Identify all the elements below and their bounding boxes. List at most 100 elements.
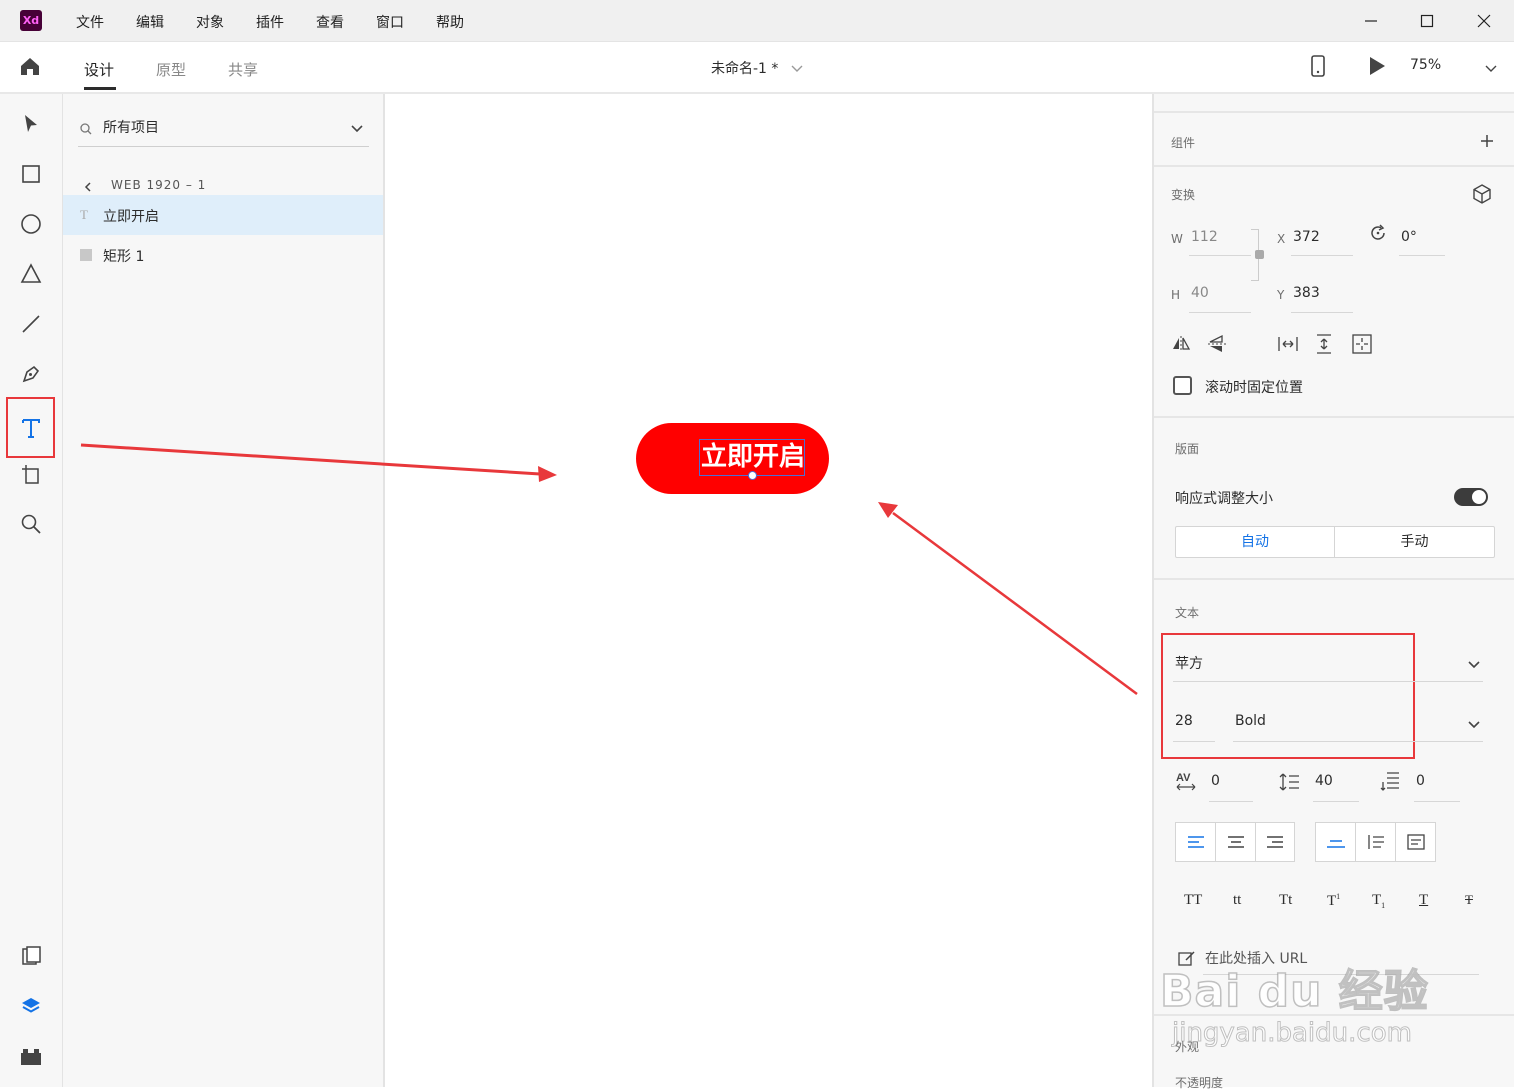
plugins-panel-icon[interactable] [10, 1035, 52, 1077]
polygon-tool-icon[interactable] [10, 253, 52, 295]
menu-file[interactable]: 文件 [76, 12, 104, 32]
character-spacing-value[interactable]: 0 [1211, 773, 1220, 789]
padding-icon[interactable] [1351, 333, 1373, 359]
3d-transform-icon[interactable] [1471, 183, 1493, 209]
components-label: 组件 [1171, 136, 1196, 150]
height-value[interactable]: 40 [1191, 285, 1209, 301]
canvas[interactable]: 立即开启 [387, 94, 1151, 1087]
align-right-icon[interactable] [1256, 823, 1294, 861]
x-label: X [1277, 232, 1286, 246]
lowercase-icon[interactable]: tt [1233, 892, 1241, 909]
flip-vertical-icon[interactable] [1207, 334, 1227, 358]
auto-width-icon[interactable] [1316, 823, 1356, 861]
rotation-value[interactable]: 0° [1401, 229, 1417, 245]
tab-prototype[interactable]: 原型 [156, 59, 186, 80]
align-left-icon[interactable] [1176, 823, 1216, 861]
chevron-down-icon[interactable] [350, 120, 364, 139]
rectangle-layer-icon [80, 249, 92, 261]
tab-share[interactable]: 共享 [228, 59, 258, 80]
divider [1154, 111, 1514, 113]
artboard-tool-icon[interactable] [10, 453, 52, 495]
chevron-down-icon[interactable] [1467, 656, 1481, 675]
text-box-type-group [1315, 822, 1436, 862]
layers-filter-label[interactable]: 所有项目 [103, 117, 159, 137]
strikethrough-icon[interactable]: T [1465, 892, 1473, 908]
device-preview-icon[interactable] [1310, 54, 1326, 82]
active-tab-indicator [84, 87, 116, 90]
field-underline [1173, 741, 1215, 742]
field-underline [1313, 801, 1359, 802]
field-underline [1173, 681, 1483, 682]
field-underline [1189, 312, 1251, 313]
chevron-down-icon[interactable] [790, 60, 804, 79]
filter-underline [78, 146, 369, 147]
layer-row[interactable]: 矩形 1 [63, 235, 383, 275]
subscript-icon[interactable]: T1 [1372, 892, 1385, 910]
zoom-tool-icon[interactable] [10, 503, 52, 545]
uppercase-icon[interactable]: TT [1184, 892, 1202, 909]
line-tool-icon[interactable] [10, 303, 52, 345]
y-value[interactable]: 383 [1293, 285, 1320, 301]
title-bar: Xd 文件 编辑 对象 插件 查看 窗口 帮助 [0, 0, 1514, 42]
home-icon[interactable] [18, 55, 42, 81]
menu-edit[interactable]: 编辑 [136, 12, 164, 32]
font-family-value[interactable]: 苹方 [1175, 653, 1203, 673]
menu-view[interactable]: 查看 [316, 12, 344, 32]
flip-horizontal-icon[interactable] [1171, 335, 1191, 357]
line-spacing-value[interactable]: 40 [1315, 773, 1333, 789]
search-icon [80, 120, 92, 139]
layer-label: 立即开启 [103, 209, 159, 225]
artboard-name[interactable]: WEB 1920 – 1 [111, 178, 206, 192]
underline-icon[interactable]: T [1419, 892, 1428, 909]
button-text[interactable]: 立即开启 [701, 441, 805, 473]
font-size-value[interactable]: 28 [1175, 713, 1193, 729]
width-value[interactable]: 112 [1191, 229, 1218, 245]
assets-panel-icon[interactable] [10, 935, 52, 977]
titlecase-icon[interactable]: Tt [1279, 892, 1292, 909]
distribute-horizontal-icon[interactable] [1277, 335, 1299, 357]
play-icon[interactable] [1367, 55, 1387, 81]
auto-option[interactable]: 自动 [1176, 527, 1335, 557]
document-title[interactable]: 未命名-1 * [711, 58, 778, 78]
menu-object[interactable]: 对象 [196, 12, 224, 32]
rectangle-tool-icon[interactable] [10, 153, 52, 195]
maximize-button[interactable] [1414, 8, 1440, 34]
lock-icon[interactable] [1255, 250, 1264, 259]
distribute-vertical-icon[interactable] [1315, 333, 1333, 359]
text-resize-handle[interactable] [748, 471, 757, 480]
superscript-icon[interactable]: T1 [1327, 892, 1340, 910]
zoom-chevron-icon[interactable] [1484, 60, 1498, 79]
menu-plugins[interactable]: 插件 [256, 12, 284, 32]
text-layer-icon: T [80, 207, 88, 222]
paragraph-spacing-value[interactable]: 0 [1416, 773, 1425, 789]
chevron-down-icon[interactable] [1467, 716, 1481, 735]
minimize-button[interactable] [1358, 8, 1384, 34]
pen-tool-icon[interactable] [10, 353, 52, 395]
responsive-resize-toggle[interactable] [1454, 488, 1488, 506]
auto-height-icon[interactable] [1356, 823, 1396, 861]
text-selection-box[interactable]: 立即开启 [699, 439, 805, 480]
font-weight-value[interactable]: Bold [1235, 713, 1266, 729]
tab-design[interactable]: 设计 [84, 59, 114, 80]
fixed-size-icon[interactable] [1396, 823, 1435, 861]
rotate-icon [1368, 223, 1388, 247]
layers-panel-icon[interactable] [10, 985, 52, 1027]
text-tool-icon[interactable] [6, 397, 55, 458]
add-component-icon[interactable] [1480, 133, 1494, 152]
resize-mode-segmented: 自动 手动 [1175, 526, 1495, 558]
layer-row-selected[interactable]: T 立即开启 [63, 195, 383, 235]
zoom-level[interactable]: 75% [1410, 57, 1441, 73]
align-center-icon[interactable] [1216, 823, 1256, 861]
menu-window[interactable]: 窗口 [376, 12, 404, 32]
divider [1154, 416, 1514, 418]
divider [1154, 165, 1514, 167]
select-tool-icon[interactable] [10, 103, 52, 145]
menu-help[interactable]: 帮助 [436, 12, 464, 32]
field-underline [1189, 255, 1251, 256]
svg-text:AV: AV [1176, 772, 1191, 784]
close-button[interactable] [1471, 8, 1497, 34]
fix-position-checkbox[interactable] [1173, 376, 1192, 395]
manual-option[interactable]: 手动 [1335, 527, 1494, 557]
x-value[interactable]: 372 [1293, 229, 1320, 245]
ellipse-tool-icon[interactable] [10, 203, 52, 245]
